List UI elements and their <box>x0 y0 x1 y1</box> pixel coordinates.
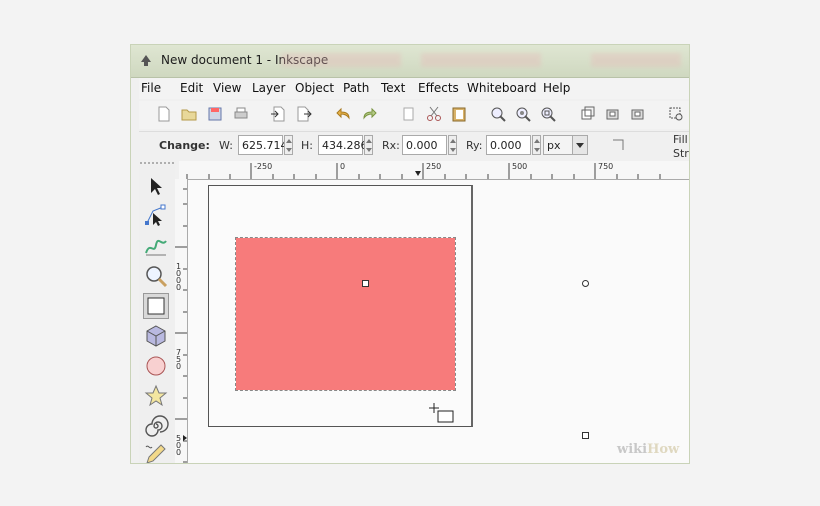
horizontal-ruler[interactable]: -250 0 250 500 750 <box>179 161 689 180</box>
open-folder-icon[interactable] <box>180 105 198 123</box>
print-icon[interactable] <box>232 105 250 123</box>
title-bar: New document 1 - Inkscape <box>131 45 689 78</box>
ry-label: Ry: <box>466 139 483 152</box>
paste-icon[interactable] <box>450 105 468 123</box>
ruler-label: 250 <box>426 162 442 171</box>
clone-icon[interactable] <box>604 105 622 123</box>
stroke-label: Stro <box>673 147 689 160</box>
inkscape-logo-icon <box>141 55 151 66</box>
star-tool-icon[interactable] <box>143 383 169 409</box>
change-label: Change: <box>159 139 210 152</box>
height-label: H: <box>301 139 313 152</box>
unit-select[interactable]: px <box>543 135 573 155</box>
ruler-label: 0 <box>340 162 346 171</box>
zoom-page-icon[interactable] <box>539 105 557 123</box>
commands-toolbar <box>139 101 689 129</box>
unlink-clone-icon[interactable] <box>629 105 647 123</box>
tweak-tool-icon[interactable] <box>143 233 169 259</box>
menu-text[interactable]: Text <box>381 81 405 95</box>
spiral-tool-icon[interactable] <box>143 413 169 439</box>
rectangle-tool[interactable] <box>143 293 169 319</box>
rx-field[interactable]: 0.000 <box>402 135 447 155</box>
node-tool-icon[interactable] <box>143 203 169 229</box>
red-rectangle[interactable] <box>235 237 456 391</box>
menu-edit[interactable]: Edit <box>180 81 203 95</box>
ry-stepper[interactable] <box>532 135 541 155</box>
menu-layer[interactable]: Layer <box>252 81 285 95</box>
ellipse-tool-icon[interactable] <box>143 353 169 379</box>
ruler-label: 500 <box>176 434 182 457</box>
height-field[interactable]: 434.286 <box>318 135 368 155</box>
height-stepper[interactable] <box>364 135 373 155</box>
duplicate-icon[interactable] <box>579 105 597 123</box>
menu-path[interactable]: Path <box>343 81 369 95</box>
vertical-ruler[interactable]: 1000 750 500 <box>175 179 188 463</box>
blurred-taskbar-item <box>591 53 681 67</box>
zoom-tool-icon[interactable] <box>143 263 169 289</box>
unit-dropdown-arrow[interactable] <box>572 135 588 155</box>
export-icon[interactable] <box>295 105 313 123</box>
watermark-suffix: How <box>647 442 680 457</box>
corner-resize-handle[interactable] <box>582 432 589 439</box>
save-icon[interactable] <box>206 105 224 123</box>
cut-icon[interactable] <box>425 105 443 123</box>
ruler-label: 750 <box>598 162 614 171</box>
rect-tool-controls: Change: W: 625.714 H: 434.286 Rx: 0.000 … <box>139 131 690 160</box>
rx-label: Rx: <box>382 139 400 152</box>
vertical-ruler-ticks <box>175 188 187 463</box>
menu-effects[interactable]: Effects <box>418 81 459 95</box>
pencil-tool-icon[interactable] <box>143 441 169 464</box>
menu-object[interactable]: Object <box>295 81 334 95</box>
import-icon[interactable] <box>269 105 287 123</box>
menu-bar: File Edit View Layer Object Path Text Ef… <box>139 78 689 99</box>
copy-icon[interactable] <box>400 105 418 123</box>
width-label: W: <box>219 139 233 152</box>
not-rounded-icon[interactable] <box>611 138 625 152</box>
rectangle-tool-icon <box>147 297 165 315</box>
watermark-prefix: wiki <box>617 442 648 457</box>
ruler-label: 750 <box>176 348 182 371</box>
blurred-taskbar-item <box>281 53 401 67</box>
wikihow-watermark: wikiHow <box>617 442 679 457</box>
ruler-label: 500 <box>512 162 528 171</box>
ry-field[interactable]: 0.000 <box>486 135 531 155</box>
selector-tool-icon[interactable] <box>143 173 169 199</box>
fill-label: Fill: <box>673 133 690 146</box>
corner-rounding-handle[interactable] <box>582 280 589 287</box>
menu-view[interactable]: View <box>213 81 241 95</box>
rx-stepper[interactable] <box>448 135 457 155</box>
ruler-label: -250 <box>254 162 273 171</box>
blurred-taskbar-item <box>421 53 541 67</box>
new-document-icon[interactable] <box>155 105 173 123</box>
select-same-icon[interactable] <box>667 105 685 123</box>
ruler-label: 1000 <box>176 262 182 292</box>
undo-icon[interactable] <box>335 105 353 123</box>
width-stepper[interactable] <box>284 135 293 155</box>
corner-resize-handle[interactable] <box>362 280 369 287</box>
redo-icon[interactable] <box>360 105 378 123</box>
width-field[interactable]: 625.714 <box>238 135 288 155</box>
zoom-selection-icon[interactable] <box>489 105 507 123</box>
menu-help[interactable]: Help <box>543 81 570 95</box>
toolbox <box>139 165 175 464</box>
3d-box-tool-icon[interactable] <box>143 323 169 349</box>
zoom-drawing-icon[interactable] <box>514 105 532 123</box>
menu-file[interactable]: File <box>141 81 161 95</box>
rectangle-cursor-icon <box>429 403 454 423</box>
menu-whiteboard[interactable]: Whiteboard <box>467 81 537 95</box>
